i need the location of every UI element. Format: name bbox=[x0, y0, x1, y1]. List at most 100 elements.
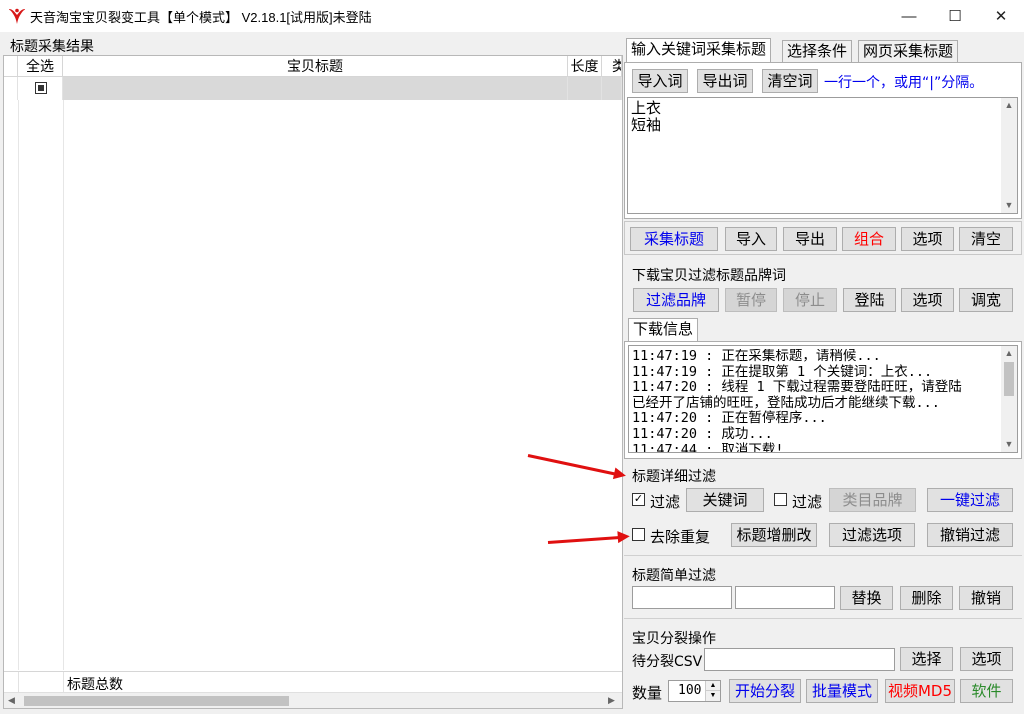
filter2-checkbox[interactable] bbox=[774, 493, 787, 506]
one-key-filter-button[interactable]: 一键过滤 bbox=[927, 488, 1013, 512]
scroll-left-icon[interactable]: ◀ bbox=[8, 695, 15, 706]
replace-button[interactable]: 替换 bbox=[840, 586, 893, 610]
log-line: 11:47:20 : 线程 1 下载过程需要登陆旺旺，请登陆 bbox=[632, 379, 962, 396]
maximize-button[interactable]: ☐ bbox=[932, 0, 978, 32]
keyword-textarea[interactable]: 上衣 短袖 ▲ ▼ bbox=[627, 97, 1018, 214]
export-words-button[interactable]: 导出词 bbox=[697, 69, 753, 93]
dedupe-label: 去除重复 bbox=[650, 528, 711, 546]
total-label: 标题总数 bbox=[67, 677, 123, 693]
tab-select-conditions[interactable]: 选择条件 bbox=[782, 40, 853, 62]
simple-filter-input-replace[interactable] bbox=[735, 586, 835, 609]
split-label: 宝贝分裂操作 bbox=[632, 631, 716, 647]
pause-button[interactable]: 暂停 bbox=[725, 288, 777, 312]
clear-words-button[interactable]: 清空词 bbox=[762, 69, 818, 93]
horizontal-scroll-thumb[interactable] bbox=[24, 696, 289, 706]
log-line: 11:47:20 : 正在暂停程序... bbox=[632, 410, 827, 427]
row-checkbox-cell[interactable] bbox=[18, 77, 63, 100]
filter1-label: 过滤 bbox=[650, 493, 681, 511]
brand-filter-label: 下载宝贝过滤标题品牌词 bbox=[632, 268, 786, 284]
simple-filter-input-find[interactable] bbox=[632, 586, 732, 609]
csv-label: 待分裂CSV bbox=[632, 654, 703, 670]
collect-options-button[interactable]: 选项 bbox=[901, 227, 954, 251]
count-value: 100 bbox=[678, 683, 702, 698]
scroll-up-icon[interactable]: ▲ bbox=[1001, 98, 1017, 112]
login-button[interactable]: 登陆 bbox=[843, 288, 896, 312]
column-header-select-all[interactable]: 全选 bbox=[18, 56, 63, 77]
scroll-down-icon[interactable]: ▼ bbox=[1001, 437, 1017, 451]
dedupe-checkbox[interactable] bbox=[632, 528, 645, 541]
column-header-title[interactable]: 宝贝标题 bbox=[63, 56, 568, 77]
close-icon: ✕ bbox=[994, 8, 1008, 25]
tab-web-collect[interactable]: 网页采集标题 bbox=[858, 40, 959, 62]
filter1-checkbox[interactable]: ✓ bbox=[632, 493, 645, 506]
app-logo-icon bbox=[9, 8, 25, 24]
scroll-up-icon[interactable]: ▲ bbox=[1001, 346, 1017, 360]
detail-filter-label: 标题详细过滤 bbox=[632, 469, 716, 485]
keyword-line: 上衣 bbox=[631, 99, 662, 117]
split-options-button[interactable]: 选项 bbox=[960, 647, 1013, 671]
combine-button[interactable]: 组合 bbox=[842, 227, 896, 251]
log-line: 11:47:44 : 取消下载! bbox=[632, 441, 784, 453]
collect-titles-button[interactable]: 采集标题 bbox=[630, 227, 718, 251]
undo-filter-button[interactable]: 撤销过滤 bbox=[927, 523, 1013, 547]
keyword-filter-button[interactable]: 关键词 bbox=[686, 488, 764, 512]
start-split-button[interactable]: 开始分裂 bbox=[729, 679, 801, 703]
batch-mode-button[interactable]: 批量模式 bbox=[806, 679, 878, 703]
title-edit-button[interactable]: 标题增删改 bbox=[731, 523, 817, 547]
video-md5-button[interactable]: 视频MD5 bbox=[885, 679, 955, 703]
row-category-cell[interactable] bbox=[602, 77, 622, 100]
row-title-cell[interactable] bbox=[63, 77, 568, 100]
select-csv-button[interactable]: 选择 bbox=[900, 647, 953, 671]
keyword-line: 短袖 bbox=[631, 116, 662, 134]
delete-button[interactable]: 删除 bbox=[900, 586, 953, 610]
widen-button[interactable]: 调宽 bbox=[959, 288, 1013, 312]
minimize-button[interactable]: — bbox=[886, 0, 932, 32]
import-button[interactable]: 导入 bbox=[725, 227, 777, 251]
total-row: 标题总数 bbox=[4, 671, 622, 693]
keyword-hint: 一行一个，或用“|”分隔。 bbox=[824, 75, 984, 91]
increment-icon[interactable]: ▲ bbox=[705, 681, 720, 691]
scroll-right-icon[interactable]: ▶ bbox=[608, 695, 615, 706]
log-line: 11:47:19 : 正在提取第 1 个关键词：上衣... bbox=[632, 363, 933, 380]
close-button[interactable]: ✕ bbox=[978, 0, 1024, 32]
checkmark-icon: ✓ bbox=[633, 493, 644, 505]
brand-options-button[interactable]: 选项 bbox=[901, 288, 954, 312]
results-group-label: 标题采集结果 bbox=[10, 38, 94, 54]
section-divider bbox=[624, 555, 1022, 556]
csv-path-input[interactable] bbox=[704, 648, 895, 671]
grid-line bbox=[63, 100, 64, 670]
section-divider bbox=[624, 618, 1022, 619]
stop-button[interactable]: 停止 bbox=[783, 288, 837, 312]
window-title: 天音淘宝宝贝裂变工具【单个模式】 V2.18.1[试用版]未登陆 bbox=[30, 10, 372, 25]
undo-button[interactable]: 撤销 bbox=[959, 586, 1013, 610]
log-line: 11:47:20 : 成功... bbox=[632, 425, 773, 442]
column-header-category[interactable]: 类 bbox=[602, 56, 622, 77]
import-words-button[interactable]: 导入词 bbox=[632, 69, 688, 93]
export-button[interactable]: 导出 bbox=[783, 227, 837, 251]
keyword-scrollbar[interactable]: ▲ ▼ bbox=[1001, 98, 1017, 213]
simple-filter-label: 标题简单过滤 bbox=[632, 568, 716, 584]
decrement-icon[interactable]: ▼ bbox=[705, 691, 720, 701]
checkbox-fill-icon bbox=[38, 85, 44, 91]
column-header-length[interactable]: 长度 bbox=[568, 56, 602, 77]
category-brand-button[interactable]: 类目品牌 bbox=[829, 488, 916, 512]
software-button[interactable]: 软件 bbox=[960, 679, 1013, 703]
filter-options-button[interactable]: 过滤选项 bbox=[829, 523, 915, 547]
row-checkbox[interactable] bbox=[35, 82, 47, 94]
count-stepper[interactable]: 100 ▲ ▼ bbox=[668, 680, 721, 702]
row-length-cell[interactable] bbox=[568, 77, 602, 100]
log-scroll-thumb[interactable] bbox=[1004, 362, 1014, 396]
tab-download-info[interactable]: 下载信息 bbox=[628, 318, 699, 342]
filter-brand-button[interactable]: 过滤品牌 bbox=[633, 288, 719, 312]
results-grid[interactable]: 全选 宝贝标题 长度 类 标题总数 ◀ ▶ bbox=[3, 55, 623, 709]
row-header-corner bbox=[4, 56, 18, 77]
scroll-down-icon[interactable]: ▼ bbox=[1001, 198, 1017, 212]
clear-button[interactable]: 清空 bbox=[959, 227, 1013, 251]
tab-input-keywords[interactable]: 输入关键词采集标题 bbox=[626, 38, 772, 63]
horizontal-scrollbar[interactable]: ◀ ▶ bbox=[4, 692, 622, 708]
log-scrollbar[interactable]: ▲ ▼ bbox=[1001, 346, 1017, 452]
log-line: 11:47:19 : 正在采集标题，请稍候... bbox=[632, 349, 881, 364]
row-header bbox=[4, 77, 18, 100]
maximize-icon: ☐ bbox=[948, 8, 962, 25]
download-log[interactable]: 11:47:19 : 正在采集标题，请稍候... 11:47:19 : 正在提取… bbox=[628, 345, 1018, 453]
